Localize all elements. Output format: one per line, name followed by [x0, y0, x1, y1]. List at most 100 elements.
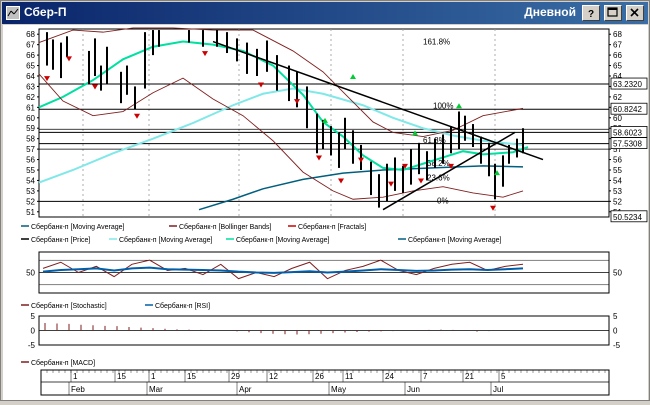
- fractal-down-marker: [134, 113, 140, 119]
- y-tick-left: 51: [26, 208, 35, 217]
- y-tick-left: 65: [26, 62, 35, 71]
- y-tick-left: 56: [26, 156, 35, 165]
- timeline-day-label: 5: [501, 372, 506, 381]
- macd-tick-right: 5: [613, 312, 618, 321]
- y-tick-left: 53: [26, 187, 35, 196]
- title-bar[interactable]: Сбер-П Дневной ?: [2, 2, 648, 24]
- fractal-up-marker: [350, 74, 356, 79]
- timeline-day-label: 11: [345, 372, 354, 381]
- fractal-down-marker: [294, 99, 300, 105]
- macd-tick-left: 5: [31, 312, 36, 321]
- macd-tick-left: -5: [28, 341, 36, 350]
- y-tick-right: 65: [613, 62, 622, 71]
- y-tick-left: 63: [26, 82, 35, 91]
- legend-label: Сбербанк-п [Price]: [31, 236, 90, 244]
- period-label: Дневной: [524, 5, 576, 19]
- timeline-month-label: Jun: [407, 385, 420, 394]
- maximize-icon: [607, 7, 618, 17]
- price-label: 63.2320: [613, 80, 642, 89]
- y-tick-left: 52: [26, 197, 35, 206]
- price-label: 57.5308: [613, 140, 642, 149]
- fib-level-label: 38.2%: [427, 159, 450, 168]
- help-button[interactable]: ?: [582, 5, 600, 21]
- macd-tick-right: 0: [613, 327, 618, 336]
- window-title: Сбер-П: [24, 5, 67, 19]
- macd-tick-left: 0: [31, 327, 36, 336]
- chart-area[interactable]: 5151525253535454555556565757585859596060…: [3, 25, 648, 400]
- timeline-day-label: 7: [423, 372, 428, 381]
- y-tick-left: 58: [26, 135, 35, 144]
- y-tick-left: 61: [26, 103, 35, 112]
- fib-level-label: 161.8%: [423, 38, 450, 47]
- y-tick-left: 60: [26, 114, 35, 123]
- legend-label: Сбербанк-п [Moving Average]: [236, 236, 330, 244]
- fractal-down-marker: [388, 181, 394, 187]
- y-tick-right: 54: [613, 176, 622, 185]
- fractal-down-marker: [338, 178, 344, 184]
- chart-app-icon: [6, 6, 20, 20]
- fractal-down-marker: [418, 178, 424, 184]
- svg-text:?: ?: [588, 9, 594, 19]
- macd-tick-right: -5: [613, 341, 621, 350]
- y-tick-right: 55: [613, 166, 622, 175]
- chart-window: Сбер-П Дневной ? 51515252535354545555565…: [0, 0, 650, 401]
- maximize-button[interactable]: [604, 5, 622, 21]
- y-tick-right: 52: [613, 197, 622, 206]
- ma-fast-line: [38, 40, 529, 172]
- y-tick-right: 66: [613, 51, 622, 60]
- close-icon: [630, 8, 639, 17]
- timeline-day-label: 29: [231, 372, 240, 381]
- y-tick-left: 57: [26, 145, 35, 154]
- y-tick-left: 67: [26, 41, 35, 50]
- timeline-month-label: Apr: [239, 385, 252, 394]
- price-label: 58.6023: [613, 128, 642, 137]
- legend-label: Сбербанк-п [MACD]: [31, 359, 95, 367]
- osc-tick-right: 50: [613, 269, 622, 278]
- timeline-month-label: Mar: [149, 385, 163, 394]
- y-tick-left: 54: [26, 176, 35, 185]
- legend-label: Сбербанк-п [Bollinger Bands]: [179, 223, 271, 231]
- chart-svg[interactable]: 5151525253535454555556565757585859596060…: [3, 25, 648, 400]
- price-label: 50.5234: [613, 213, 642, 222]
- y-tick-right: 67: [613, 41, 622, 50]
- timeline-day-label: 24: [385, 372, 394, 381]
- legend-label: Сбербанк-п [Fractals]: [298, 223, 366, 231]
- y-tick-left: 62: [26, 93, 35, 102]
- timeline-day-label: 15: [187, 372, 196, 381]
- fractal-down-marker: [202, 51, 208, 57]
- timeline-day-label: 1: [151, 372, 156, 381]
- timeline-day-label: 15: [117, 372, 126, 381]
- fractal-down-marker: [258, 82, 264, 88]
- legend-label: Сбербанк-п [RSI]: [155, 302, 210, 310]
- y-tick-right: 56: [613, 156, 622, 165]
- fractal-down-marker: [66, 56, 72, 62]
- legend-label: Сбербанк-п [Moving Average]: [119, 236, 213, 244]
- fib-level-label: 0%: [437, 196, 449, 205]
- y-tick-left: 59: [26, 124, 35, 133]
- bollinger-upper: [38, 27, 524, 138]
- timeline-month-label: May: [331, 385, 346, 394]
- ma-long-line: [198, 165, 524, 211]
- legend-label: Сбербанк-п [Moving Average]: [408, 236, 502, 244]
- y-tick-left: 55: [26, 166, 35, 175]
- fractal-down-marker: [316, 155, 322, 161]
- legend-label: Сбербанк-п [Moving Average]: [31, 223, 125, 231]
- timeline-frame: [40, 369, 610, 396]
- y-tick-left: 64: [26, 72, 35, 81]
- timeline-month-label: Feb: [71, 385, 85, 394]
- price-label: 60.8242: [613, 105, 642, 114]
- fib-level-label: 100%: [433, 101, 453, 110]
- legend-label: Сбербанк-п [Stochastic]: [31, 302, 107, 310]
- close-button[interactable]: [626, 5, 644, 21]
- fractal-down-marker: [358, 157, 364, 163]
- timeline-day-label: 12: [269, 372, 278, 381]
- help-icon: ?: [588, 9, 594, 19]
- y-tick-right: 53: [613, 187, 622, 196]
- y-tick-left: 68: [26, 30, 35, 39]
- timeline-day-label: 21: [465, 372, 474, 381]
- fractal-up-marker: [456, 103, 462, 109]
- y-tick-right: 60: [613, 114, 622, 123]
- osc-tick-left: 50: [26, 269, 35, 278]
- fractal-down-marker: [92, 84, 98, 90]
- y-tick-right: 62: [613, 93, 622, 102]
